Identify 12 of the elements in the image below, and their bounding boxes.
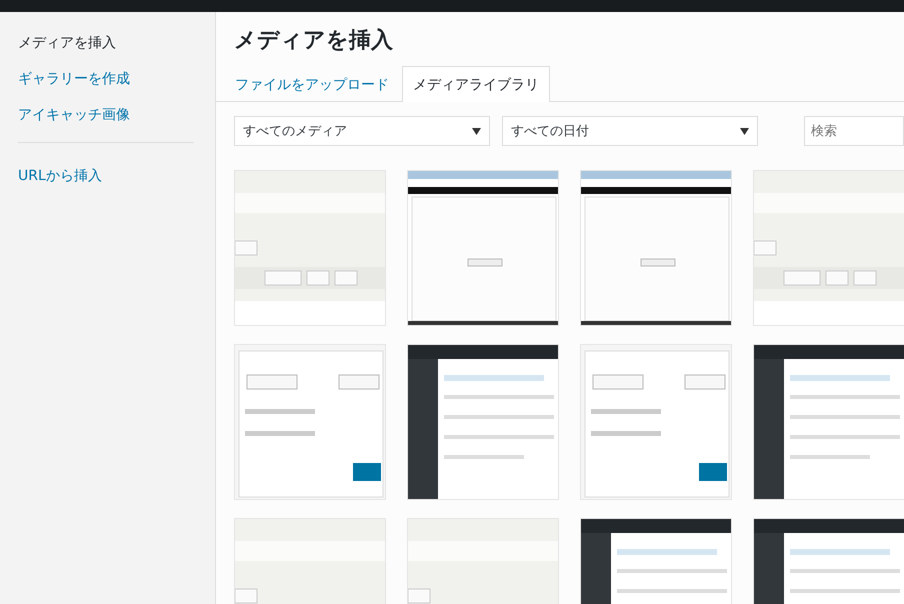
caret-icon [740,128,749,134]
search-field[interactable]: 検索 [804,116,904,146]
filter-dropdown[interactable]: すべてのメディア [234,116,490,146]
sidebar-item[interactable]: ギャラリーを作成 [0,68,148,104]
sidebar-item[interactable]: URLから挿入 [0,165,120,201]
page-title: メディアを挿入 [234,27,394,55]
sidebar-item[interactable]: アイキャッチ画像 [0,104,148,140]
tab[interactable]: ファイルをアップロード [224,66,400,102]
filter-dropdown[interactable]: すべての日付 [502,116,758,146]
caret-icon [472,128,481,134]
tab[interactable]: メディアライブラリ [402,66,550,102]
sidebar-item[interactable]: メディアを挿入 [0,32,134,68]
